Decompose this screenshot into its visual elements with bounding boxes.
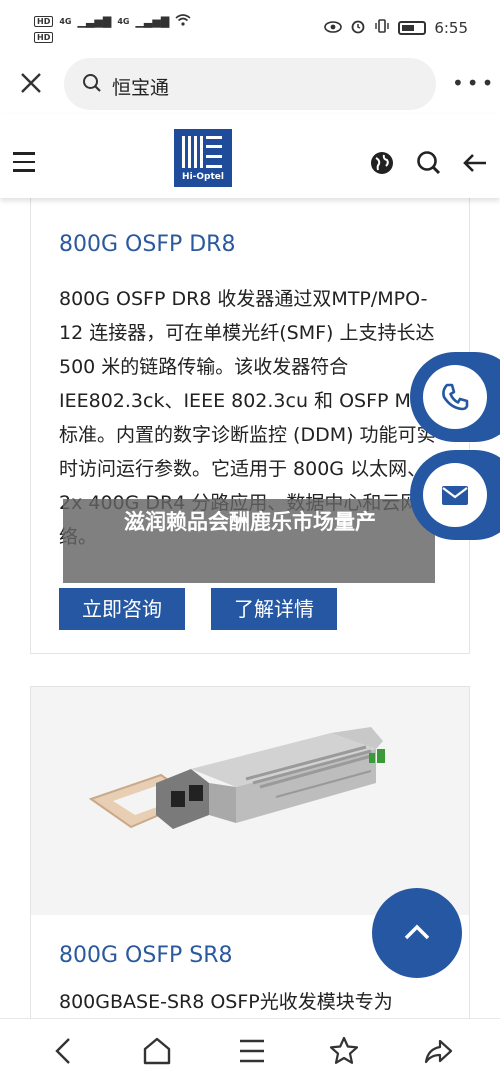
menu-icon[interactable] xyxy=(13,152,35,178)
signal-bars-icon-2: ▁▃▅▇ xyxy=(135,14,170,28)
sim1-badge: HD xyxy=(34,16,54,27)
news-banner-text: 滋润赖品会酬鹿乐市场量产 xyxy=(124,510,376,534)
browser-bottom-nav xyxy=(0,1018,500,1083)
nav-back-icon[interactable] xyxy=(48,1035,80,1067)
news-banner[interactable]: 滋润赖品会酬鹿乐市场量产 xyxy=(63,499,435,583)
details-button[interactable]: 了解详情 xyxy=(211,588,337,630)
eye-icon xyxy=(324,19,343,37)
signal-bars-icon: ▁▃▅▇ xyxy=(77,14,112,28)
phone-contact-button[interactable] xyxy=(410,352,500,442)
browser-toolbar: 恒宝通 ••• xyxy=(0,54,500,114)
site-search-icon[interactable] xyxy=(416,150,442,180)
search-icon xyxy=(82,73,102,97)
more-icon[interactable]: ••• xyxy=(452,73,496,93)
signal-indicators: HD 4G ▁▃▅▇ 4G ▁▃▅▇ HD xyxy=(34,14,191,43)
mail-contact-button[interactable] xyxy=(410,450,500,540)
close-icon[interactable] xyxy=(18,70,44,96)
clock: 6:55 xyxy=(434,19,468,37)
network2-label: 4G xyxy=(117,16,130,26)
status-right: 6:55 xyxy=(324,18,468,38)
logo-mark-icon xyxy=(182,136,222,168)
tabs-icon[interactable] xyxy=(236,1035,268,1067)
site-header: Hi-Optel xyxy=(0,114,500,198)
scroll-top-button[interactable] xyxy=(372,888,462,978)
status-bar: HD 4G ▁▃▅▇ 4G ▁▃▅▇ HD 6:55 xyxy=(0,0,500,54)
product-description-2: 800GBASE-SR8 OSFP光收发模块专为 xyxy=(59,991,393,1013)
back-arrow-icon[interactable] xyxy=(462,152,488,178)
phone-icon xyxy=(423,365,487,429)
consult-button[interactable]: 立即咨询 xyxy=(59,588,185,630)
search-bar[interactable]: 恒宝通 xyxy=(64,58,436,110)
sim2-badge: HD xyxy=(34,32,54,43)
logo-text: Hi-Optel xyxy=(182,172,224,182)
product-image[interactable] xyxy=(31,687,469,915)
chevron-up-icon xyxy=(404,924,430,940)
product-title[interactable]: 800G OSFP DR8 xyxy=(59,232,235,257)
home-icon[interactable] xyxy=(141,1035,173,1067)
site-logo[interactable]: Hi-Optel xyxy=(174,129,232,187)
battery-icon xyxy=(398,21,427,35)
star-icon[interactable] xyxy=(328,1035,360,1067)
globe-icon[interactable] xyxy=(370,151,394,179)
product-title-2[interactable]: 800G OSFP SR8 xyxy=(59,943,232,968)
alarm-icon xyxy=(350,18,366,38)
product-card: 800G OSFP DR8 800G OSFP DR8 收发器通过双MTP/MP… xyxy=(30,198,470,654)
mail-icon xyxy=(423,463,487,527)
vibrate-icon xyxy=(374,18,390,38)
transceiver-illustration xyxy=(88,727,385,829)
share-icon[interactable] xyxy=(422,1035,454,1067)
wifi-icon xyxy=(175,14,191,29)
network1-label: 4G xyxy=(59,16,72,26)
search-query: 恒宝通 xyxy=(112,77,170,99)
